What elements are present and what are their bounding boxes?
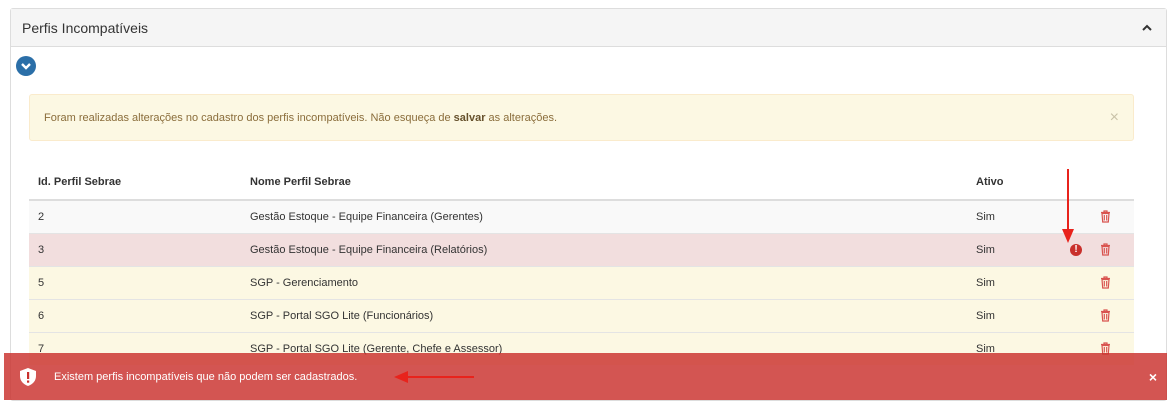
trash-icon[interactable]	[1100, 243, 1111, 256]
header-nome: Nome Perfil Sebrae	[241, 164, 967, 201]
toast-message: Existem perfis incompatíveis que não pod…	[54, 370, 358, 383]
close-icon[interactable]: ×	[1149, 369, 1157, 385]
cell-ativo: Sim	[967, 265, 1039, 299]
cell-actions: !	[1039, 232, 1134, 266]
cell-id: 3	[29, 232, 241, 266]
cell-id: 5	[29, 265, 241, 299]
perfis-table: Id. Perfil Sebrae Nome Perfil Sebrae Ati…	[29, 164, 1134, 365]
header-id: Id. Perfil Sebrae	[29, 164, 241, 201]
shield-alert-icon	[18, 367, 38, 387]
table-header-row: Id. Perfil Sebrae Nome Perfil Sebrae Ati…	[29, 164, 1134, 201]
close-icon[interactable]: ×	[1110, 109, 1119, 127]
exclamation-circle-icon: !	[1070, 243, 1082, 256]
cell-id: 2	[29, 199, 241, 233]
unsaved-changes-alert: Foram realizadas alterações no cadastro …	[29, 94, 1134, 141]
trash-icon[interactable]	[1100, 210, 1111, 223]
table-row: 2 Gestão Estoque - Equipe Financeira (Ge…	[29, 199, 1134, 233]
cell-actions	[1039, 265, 1134, 299]
chevron-up-icon[interactable]	[1142, 21, 1152, 35]
cell-actions	[1039, 199, 1134, 233]
cell-nome: SGP - Gerenciamento	[241, 265, 967, 299]
panel-title: Perfis Incompatíveis	[22, 19, 149, 36]
alert-bold-save: salvar	[453, 111, 486, 124]
trash-icon[interactable]	[1100, 309, 1111, 322]
cell-id: 6	[29, 298, 241, 332]
cell-ativo: Sim	[967, 199, 1039, 233]
table-row: 3 Gestão Estoque - Equipe Financeira (Re…	[29, 232, 1134, 266]
error-toast: Existem perfis incompatíveis que não pod…	[4, 353, 1167, 400]
cell-nome: Gestão Estoque - Equipe Financeira (Gere…	[241, 199, 967, 233]
cell-nome: Gestão Estoque - Equipe Financeira (Rela…	[241, 232, 967, 266]
chevron-down-circle-icon[interactable]	[16, 56, 36, 76]
cell-ativo: Sim	[967, 298, 1039, 332]
cell-ativo: Sim	[967, 232, 1039, 266]
table-row: 6 SGP - Portal SGO Lite (Funcionários) S…	[29, 298, 1134, 332]
header-actions	[1039, 164, 1134, 201]
header-ativo: Ativo	[967, 164, 1039, 201]
table-row: 5 SGP - Gerenciamento Sim	[29, 265, 1134, 299]
trash-icon[interactable]	[1100, 276, 1111, 289]
panel-heading[interactable]: Perfis Incompatíveis	[11, 9, 1166, 47]
cell-actions	[1039, 298, 1134, 332]
alert-text: Foram realizadas alterações no cadastro …	[44, 111, 558, 124]
cell-nome: SGP - Portal SGO Lite (Funcionários)	[241, 298, 967, 332]
